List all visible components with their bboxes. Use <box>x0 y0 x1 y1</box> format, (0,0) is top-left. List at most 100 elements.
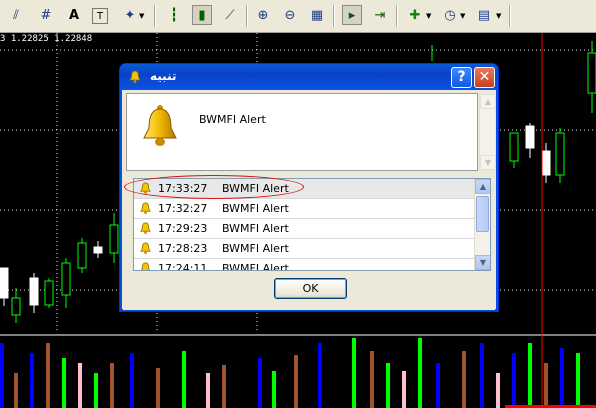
alert-time: 17:32:27 <box>158 202 208 215</box>
candle-body <box>541 150 551 176</box>
chevron-down-icon[interactable]: ▼ <box>426 12 431 20</box>
message-scrollbar[interactable]: ▲ ▼ <box>479 94 496 170</box>
candle-body <box>61 262 71 296</box>
histogram-bar <box>14 373 18 408</box>
histogram-bar <box>436 363 440 408</box>
histogram-bar <box>544 363 548 408</box>
toolbar: ⫽ # A T ✦ ▼ ┇ ▮ ⟋ ⊕ ⊖ ▦ ▸ ⇥ ✚ ▼ ◷ ▼ ▤ ▼ <box>0 0 596 33</box>
chevron-down-icon[interactable]: ▼ <box>460 12 465 20</box>
histogram-bar <box>110 363 114 408</box>
autoscroll-icon[interactable]: ▸ <box>342 5 362 25</box>
candle-body <box>109 224 119 254</box>
candle-body <box>509 132 519 162</box>
histogram-bar <box>156 368 160 408</box>
toolbar-separator <box>246 5 248 27</box>
histogram-bar <box>272 371 276 408</box>
histogram-bar <box>318 343 322 408</box>
tile-windows-icon[interactable]: ▦ <box>307 5 327 25</box>
histogram-bar <box>62 358 66 408</box>
scroll-up-icon[interactable]: ▲ <box>480 94 496 109</box>
histogram-bar <box>402 371 406 408</box>
candle-body <box>93 246 103 254</box>
histogram-bar <box>182 351 186 408</box>
alert-row[interactable]: 17:28:23 BWMFI Alert <box>134 239 474 259</box>
dialog-titlebar[interactable]: تنبيه ? ✕ <box>120 64 498 90</box>
periods-icon[interactable]: ◷ <box>440 5 460 25</box>
alert-row[interactable]: 17:29:23 BWMFI Alert <box>134 219 474 239</box>
histogram-bar <box>206 373 210 408</box>
histogram-bar <box>462 351 466 408</box>
bell-icon <box>129 70 141 83</box>
alert-row[interactable]: 17:32:27 BWMFI Alert <box>134 199 474 219</box>
dialog-title: تنبيه <box>150 69 177 83</box>
histogram-bar <box>352 338 356 408</box>
scroll-thumb[interactable] <box>476 196 489 232</box>
close-button[interactable]: ✕ <box>474 67 495 88</box>
alert-text: BWMFI Alert <box>222 242 289 255</box>
dialog-body: BWMFI Alert ▲ ▼ 17:33:27 BWMFI Alert 17:32… <box>123 90 496 310</box>
histogram-bar <box>94 373 98 408</box>
histogram-bar <box>528 343 532 408</box>
histogram-bar <box>386 363 390 408</box>
scroll-up-icon[interactable]: ▲ <box>475 179 490 194</box>
alert-time: 17:28:23 <box>158 242 208 255</box>
scroll-down-icon[interactable]: ▼ <box>475 255 490 270</box>
alert-message: BWMFI Alert <box>199 113 266 126</box>
chevron-down-icon[interactable]: ▼ <box>139 12 144 20</box>
histogram-bar <box>480 343 484 408</box>
histogram-bar <box>370 351 374 408</box>
histogram-bar <box>130 353 134 408</box>
alert-time: 17:24:11 <box>158 262 208 271</box>
candlestick-icon[interactable]: ▮ <box>192 5 212 25</box>
bell-icon <box>139 262 152 270</box>
candle-body <box>587 52 596 94</box>
text-tool-icon[interactable]: A <box>64 5 84 25</box>
chevron-down-icon[interactable]: ▼ <box>496 12 501 20</box>
arrows-icon[interactable]: ✦ <box>120 5 140 25</box>
line-chart-icon[interactable]: ⟋ <box>220 5 240 25</box>
scroll-down-icon[interactable]: ▼ <box>480 155 496 170</box>
histogram-bar <box>512 353 516 408</box>
alerts-scrollbar[interactable]: ▲ ▼ <box>474 179 490 270</box>
message-panel: BWMFI Alert <box>126 93 478 171</box>
alert-text: BWMFI Alert <box>222 202 289 215</box>
histogram-bar <box>294 355 298 408</box>
chart-shift-icon[interactable]: ⇥ <box>370 5 390 25</box>
bar-chart-icon[interactable]: ┇ <box>164 5 184 25</box>
toolbar-separator <box>396 5 398 27</box>
candle-body <box>555 132 565 176</box>
histogram-bar <box>576 353 580 408</box>
templates-icon[interactable]: ▤ <box>474 5 494 25</box>
bell-icon <box>139 222 152 238</box>
zoom-out-icon[interactable]: ⊖ <box>280 5 300 25</box>
text-label-icon[interactable]: T <box>92 8 108 24</box>
candle-body <box>29 277 39 306</box>
histogram-bar <box>418 338 422 408</box>
zoom-in-icon[interactable]: ⊕ <box>253 5 273 25</box>
histogram-bar <box>222 365 226 408</box>
candle-body <box>0 267 9 299</box>
bell-icon <box>139 242 152 258</box>
price-readout: 3 1.22825 1.22848 <box>0 34 93 44</box>
candle-body <box>525 125 535 149</box>
bell-icon <box>139 202 152 218</box>
ok-button[interactable]: OK <box>274 278 347 299</box>
grid-icon[interactable]: # <box>36 5 56 25</box>
histogram-bar <box>46 343 50 408</box>
annotation-ellipse <box>124 175 304 199</box>
indicators-icon[interactable]: ✚ <box>405 5 425 25</box>
candle-body <box>77 242 87 269</box>
alert-text: BWMFI Alert <box>222 222 289 235</box>
large-bell-icon <box>143 105 177 146</box>
help-button[interactable]: ? <box>451 67 472 88</box>
toolbar-separator <box>509 5 511 27</box>
histogram-bar <box>78 363 82 408</box>
histogram-bar <box>0 343 4 408</box>
histogram-bar <box>30 353 34 408</box>
channel-tool-icon[interactable]: ⫽ <box>6 5 26 25</box>
candle-body <box>44 280 54 306</box>
bwmfi-histogram <box>0 338 596 408</box>
candle-body <box>11 297 21 316</box>
alert-row[interactable]: 17:24:11 BWMFI Alert <box>134 259 474 271</box>
alert-time: 17:29:23 <box>158 222 208 235</box>
